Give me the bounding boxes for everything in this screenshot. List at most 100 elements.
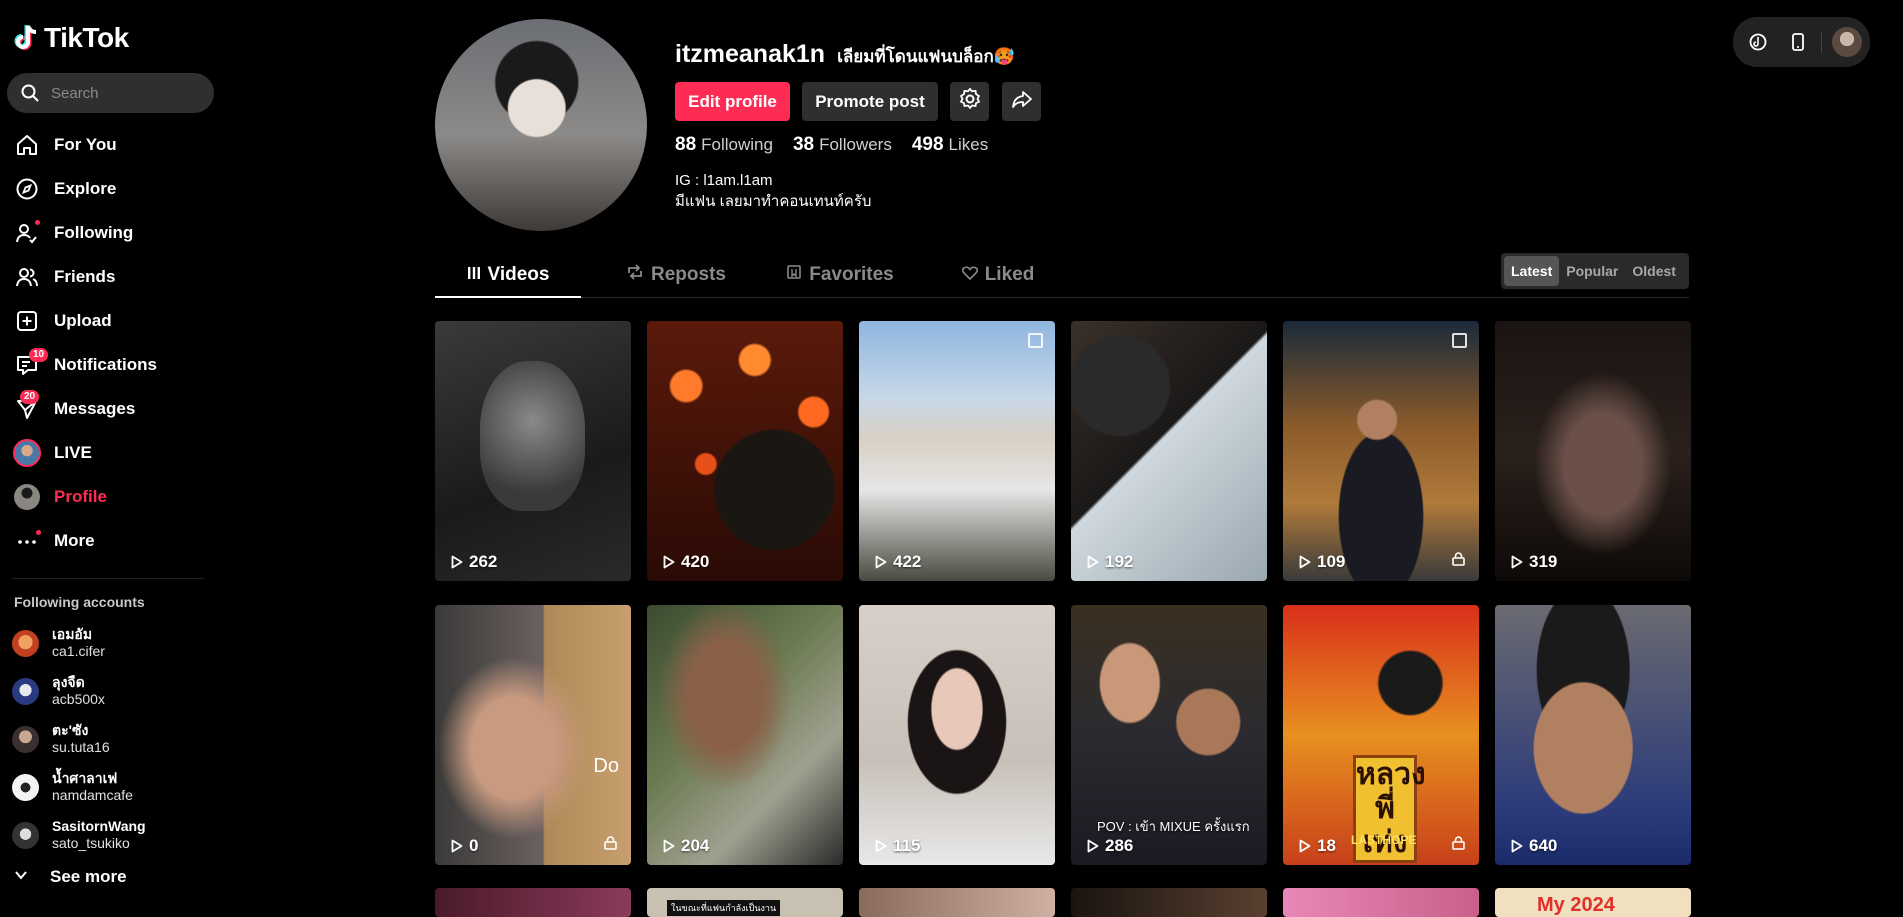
followers-label: Followers xyxy=(819,135,892,154)
notifications-badge: 10 xyxy=(29,348,49,362)
nav-for-you[interactable]: For You xyxy=(0,123,215,167)
video-card[interactable]: 192 xyxy=(1071,321,1267,581)
nav-label: For You xyxy=(54,135,117,154)
account-avatar xyxy=(12,821,39,849)
account-text: น้ำศาลาเฟ namdamcafe xyxy=(52,770,133,804)
nav-live[interactable]: LIVE xyxy=(0,431,215,475)
share-button[interactable] xyxy=(1002,82,1041,121)
play-icon xyxy=(1299,839,1311,853)
following-account-item[interactable]: ลุงจืด acb500x xyxy=(12,667,146,715)
profile-bio: IG : l1am.l1am มีแฟน เลยมาทำคอนเทนท์ครับ xyxy=(675,170,871,212)
nav-explore[interactable]: Explore xyxy=(0,167,215,211)
sort-latest[interactable]: Latest xyxy=(1504,256,1560,286)
nav-upload[interactable]: Upload xyxy=(0,299,215,343)
sort-toggle: Latest Popular Oldest xyxy=(1501,253,1689,289)
view-count-value: 422 xyxy=(893,552,922,571)
top-right-controls xyxy=(1733,17,1870,67)
following-label: Following xyxy=(701,135,773,154)
settings-button[interactable] xyxy=(950,82,989,121)
view-count: 18 xyxy=(1299,836,1336,856)
video-card[interactable]: POV : เข้า MIXUE ครั้งแรก 286 xyxy=(1071,605,1267,865)
tab-label: Reposts xyxy=(651,263,726,285)
video-card[interactable]: 115 xyxy=(859,605,1055,865)
sidebar-divider xyxy=(12,578,204,579)
view-count: 109 xyxy=(1299,552,1345,572)
search-input[interactable]: Search xyxy=(7,73,214,113)
view-count: 422 xyxy=(875,552,921,572)
video-card[interactable]: หลวงพี่ เท่ง LASTHOPE 18 xyxy=(1283,605,1479,865)
promote-post-button[interactable]: Promote post xyxy=(802,82,938,121)
nav-label: Explore xyxy=(54,179,117,198)
account-text: SasitornWang sato_tsukiko xyxy=(52,818,146,852)
tab-reposts[interactable]: Reposts xyxy=(606,253,746,296)
see-more-button[interactable]: See more xyxy=(14,867,127,887)
account-username: su.tuta16 xyxy=(52,739,110,755)
tab-label: Videos xyxy=(487,263,550,285)
likes-number: 498 xyxy=(911,134,944,155)
tab-videos[interactable]: Videos xyxy=(435,253,581,298)
account-text: ลุงจืด acb500x xyxy=(52,674,105,708)
nav-label: Upload xyxy=(54,311,112,330)
tab-active-underline xyxy=(435,296,581,298)
video-card[interactable]: 204 xyxy=(647,605,843,865)
following-account-item[interactable]: SasitornWang sato_tsukiko xyxy=(12,811,146,859)
bio-line: IG : l1am.l1am xyxy=(675,172,773,189)
nav-messages[interactable]: 20 Messages xyxy=(0,387,215,431)
video-card[interactable]: ในขณะที่แฟนกำลังเป็นงาน xyxy=(647,888,843,917)
nav-friends[interactable]: Friends xyxy=(0,255,215,299)
nav-notifications[interactable]: 10 Notifications xyxy=(0,343,215,387)
nav-profile[interactable]: Profile xyxy=(0,475,215,519)
profile-avatar-image xyxy=(14,484,40,510)
tab-label: Liked xyxy=(984,263,1035,285)
account-avatar xyxy=(12,773,39,801)
followers-number: 38 xyxy=(792,134,815,155)
video-card[interactable]: Do 0 xyxy=(435,605,631,865)
sort-popular[interactable]: Popular xyxy=(1559,256,1625,286)
account-username: ca1.cifer xyxy=(52,643,105,659)
sort-oldest[interactable]: Oldest xyxy=(1625,256,1683,286)
video-card[interactable]: 319 xyxy=(1495,321,1691,581)
lock-icon xyxy=(1452,552,1465,571)
play-icon xyxy=(1511,839,1523,853)
profile-nickname: เลียมที่โดนแฟนบล็อก🥵 xyxy=(837,47,1015,66)
account-name: น้ำศาลาเฟ xyxy=(52,770,118,786)
compass-icon xyxy=(12,174,42,204)
upload-icon xyxy=(12,306,42,336)
following-accounts-list: เอมอัม ca1.cifer ลุงจืด acb500x ตะ'ซัง s… xyxy=(12,619,146,859)
following-account-item[interactable]: ตะ'ซัง su.tuta16 xyxy=(12,715,146,763)
edit-profile-button[interactable]: Edit profile xyxy=(675,82,790,121)
followers-count[interactable]: 38 Followers xyxy=(793,134,892,156)
video-card[interactable] xyxy=(1071,888,1267,917)
play-icon xyxy=(451,839,463,853)
view-count: 640 xyxy=(1511,836,1557,856)
following-account-item[interactable]: น้ำศาลาเฟ namdamcafe xyxy=(12,763,146,811)
video-card[interactable] xyxy=(435,888,631,917)
video-card[interactable]: 420 xyxy=(647,321,843,581)
video-card[interactable]: 422 xyxy=(859,321,1055,581)
video-card[interactable]: My 2024 xyxy=(1495,888,1691,917)
grid-icon xyxy=(467,264,481,286)
get-app-icon[interactable] xyxy=(1783,27,1813,57)
tab-liked[interactable]: Liked xyxy=(933,253,1063,296)
user-avatar[interactable] xyxy=(1832,27,1862,57)
video-card[interactable]: 640 xyxy=(1495,605,1691,865)
profile-picture[interactable] xyxy=(435,19,647,231)
notification-dot xyxy=(35,220,40,225)
sidebar: TikTok Search For You Explore Following xyxy=(0,0,215,917)
profile-name-row: itzmeanak1n เลียมที่โดนแฟนบล็อก🥵 xyxy=(675,40,1015,70)
video-card[interactable] xyxy=(859,888,1055,917)
nav-label: Profile xyxy=(54,487,107,506)
nav-more[interactable]: More xyxy=(0,519,215,563)
video-card[interactable]: 262 xyxy=(435,321,631,581)
tab-favorites[interactable]: Favorites xyxy=(765,253,915,296)
nav-label: Friends xyxy=(54,267,116,286)
video-card[interactable]: 109 xyxy=(1283,321,1479,581)
coin-icon[interactable] xyxy=(1743,27,1773,57)
nav-following[interactable]: Following xyxy=(0,211,215,255)
bio-line: มีแฟน เลยมาทำคอนเทนท์ครับ xyxy=(675,193,872,210)
following-count[interactable]: 88 Following xyxy=(675,134,773,156)
following-account-item[interactable]: เอมอัม ca1.cifer xyxy=(12,619,146,667)
video-card[interactable] xyxy=(1283,888,1479,917)
tiktok-logo[interactable]: TikTok xyxy=(14,22,129,54)
view-count-value: 319 xyxy=(1529,552,1558,571)
